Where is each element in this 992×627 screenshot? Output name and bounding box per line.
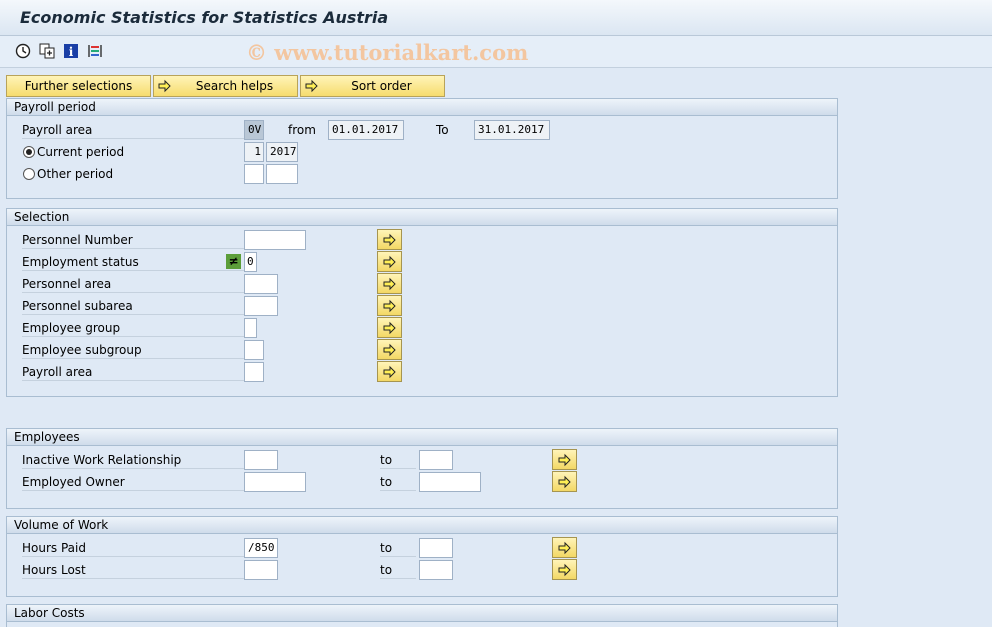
variant-icon[interactable] (38, 42, 56, 60)
employee-group-label: Employee group (22, 319, 244, 337)
to-label: to (380, 539, 416, 557)
multiple-selection-button[interactable] (552, 449, 577, 470)
multiple-selection-button[interactable] (377, 251, 402, 272)
payroll-area-label: Payroll area (22, 121, 244, 139)
other-period-label: Other period (37, 167, 114, 181)
hours-lost-to-input[interactable] (419, 560, 453, 580)
payroll-area-field[interactable]: 0V (244, 120, 264, 140)
multiple-selection-button[interactable] (377, 229, 402, 250)
other-period-number-input[interactable] (244, 164, 264, 184)
to-date-field: 31.01.2017 (474, 120, 550, 140)
labor-costs-group: Labor Costs (6, 604, 838, 627)
search-helps-label: Search helps (195, 79, 274, 93)
hours-paid-from-input[interactable]: /850 (244, 538, 278, 558)
arrow-right-icon (158, 79, 172, 93)
personnel-area-input[interactable] (244, 274, 278, 294)
multiple-selection-button[interactable] (377, 295, 402, 316)
to-label: to (380, 561, 416, 579)
payroll-area-selection-input[interactable] (244, 362, 264, 382)
inactive-work-relationship-label: Inactive Work Relationship (22, 451, 244, 469)
to-label: to (380, 473, 416, 491)
payroll-period-group: Payroll period (6, 98, 838, 199)
to-label: to (380, 451, 416, 469)
inactive-work-relationship-to-input[interactable] (419, 450, 453, 470)
other-period-year-input[interactable] (266, 164, 298, 184)
personnel-subarea-input[interactable] (244, 296, 278, 316)
search-helps-button[interactable]: Search helps (153, 75, 298, 97)
hours-paid-label: Hours Paid (22, 539, 244, 557)
layout-icon[interactable] (86, 42, 104, 60)
personnel-subarea-label: Personnel subarea (22, 297, 244, 315)
from-label: from (288, 123, 316, 137)
employee-subgroup-input[interactable] (244, 340, 264, 360)
title-bar: Economic Statistics for Statistics Austr… (0, 0, 992, 36)
sort-order-button[interactable]: Sort order (300, 75, 445, 97)
current-period-label: Current period (37, 145, 125, 159)
multiple-selection-button[interactable] (377, 361, 402, 382)
multiple-selection-button[interactable] (552, 559, 577, 580)
employment-status-label: Employment status (22, 253, 244, 271)
current-period-number: 1 (244, 142, 264, 162)
employee-group-input[interactable] (244, 318, 257, 338)
group-header: Volume of Work (7, 517, 837, 534)
application-toolbar: i © www.tutorialkart.com (0, 36, 992, 68)
group-header: Payroll period (7, 99, 837, 116)
svg-text:i: i (69, 45, 74, 59)
further-selections-button[interactable]: Further selections (6, 75, 151, 97)
execute-icon[interactable] (14, 42, 32, 60)
multiple-selection-button[interactable] (552, 471, 577, 492)
employed-owner-label: Employed Owner (22, 473, 244, 491)
not-equal-icon[interactable]: ≠ (226, 254, 241, 269)
payroll-area-selection-label: Payroll area (22, 363, 244, 381)
group-header: Selection (7, 209, 837, 226)
employed-owner-to-input[interactable] (419, 472, 481, 492)
employment-status-input[interactable]: 0 (244, 252, 257, 272)
watermark-text: © www.tutorialkart.com (246, 40, 529, 65)
page-title: Economic Statistics for Statistics Austr… (20, 8, 389, 27)
personnel-number-input[interactable] (244, 230, 306, 250)
current-period-year: 2017 (266, 142, 298, 162)
multiple-selection-button[interactable] (377, 339, 402, 360)
inactive-work-relationship-from-input[interactable] (244, 450, 278, 470)
hours-paid-to-input[interactable] (419, 538, 453, 558)
multiple-selection-button[interactable] (552, 537, 577, 558)
from-date-field: 01.01.2017 (328, 120, 404, 140)
sort-order-label: Sort order (351, 79, 412, 93)
multiple-selection-button[interactable] (377, 317, 402, 338)
personnel-area-label: Personnel area (22, 275, 244, 293)
further-selections-label: Further selections (24, 79, 133, 93)
employee-subgroup-label: Employee subgroup (22, 341, 244, 359)
hours-lost-from-input[interactable] (244, 560, 278, 580)
group-header: Labor Costs (7, 605, 837, 622)
arrow-right-icon (305, 79, 319, 93)
to-label: To (436, 123, 449, 137)
group-header: Employees (7, 429, 837, 446)
current-period-radio[interactable] (23, 146, 35, 158)
personnel-number-label: Personnel Number (22, 231, 244, 249)
employed-owner-from-input[interactable] (244, 472, 306, 492)
multiple-selection-button[interactable] (377, 273, 402, 294)
info-icon[interactable]: i (62, 42, 80, 60)
hours-lost-label: Hours Lost (22, 561, 244, 579)
other-period-radio[interactable] (23, 168, 35, 180)
